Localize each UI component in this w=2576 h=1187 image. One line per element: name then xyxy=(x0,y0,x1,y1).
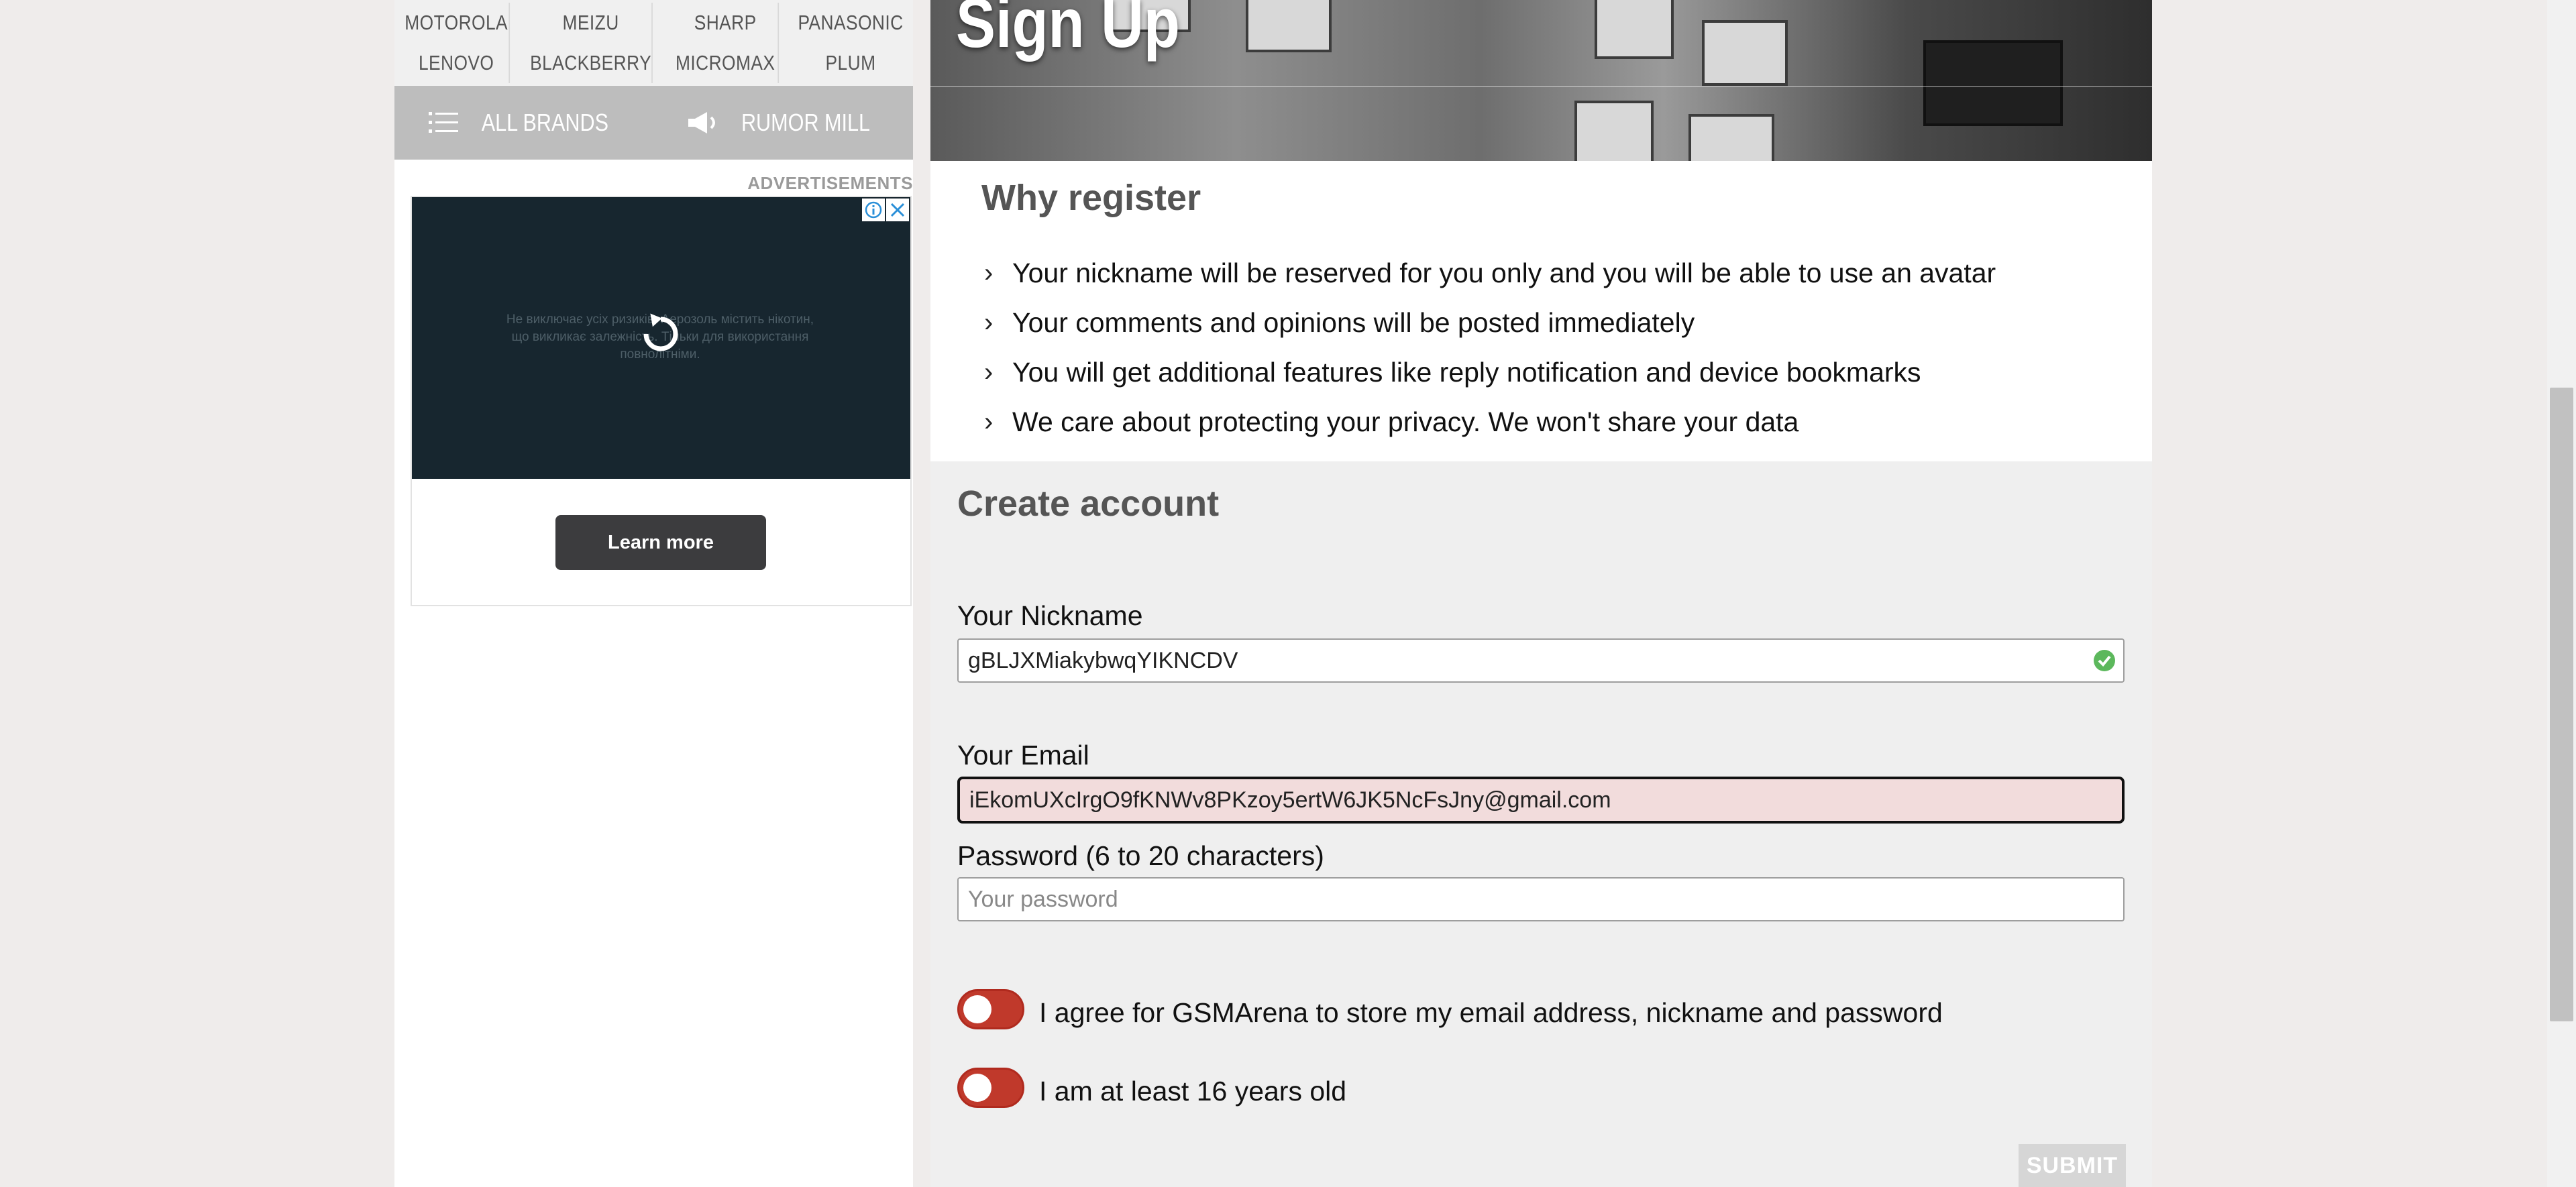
scrollbar[interactable] xyxy=(2547,0,2576,1187)
brand-footer: ALL BRANDS RUMOR MILL xyxy=(394,86,913,160)
all-brands-label: ALL BRANDS xyxy=(481,109,608,136)
rumor-mill-link[interactable]: RUMOR MILL xyxy=(654,109,914,137)
rumor-mill-label: RUMOR MILL xyxy=(741,109,870,136)
consent-label: I agree for GSMArena to store my email a… xyxy=(1039,997,1943,1028)
list-item: › We care about protecting your privacy. … xyxy=(984,397,1996,447)
chevron-right-icon: › xyxy=(984,307,994,337)
brand-link-plum[interactable]: PLUM xyxy=(798,43,904,83)
password-label: Password (6 to 20 characters) xyxy=(957,840,1324,871)
list-item-text: We care about protecting your privacy. W… xyxy=(1012,406,1799,437)
chevron-right-icon: › xyxy=(984,357,994,387)
age-toggle[interactable] xyxy=(957,1068,1024,1108)
ad-media[interactable]: Не виключає усіх ризиків. Аерозоль місти… xyxy=(412,197,910,479)
chevron-right-icon: › xyxy=(984,406,994,437)
submit-button[interactable]: SUBMIT xyxy=(2019,1144,2126,1187)
replay-icon[interactable] xyxy=(637,310,685,358)
age-label: I am at least 16 years old xyxy=(1039,1076,1347,1107)
brand-grid: MOTOROLA MEIZU SHARP PANASONIC LENOVO BL… xyxy=(394,0,913,89)
brand-link-sharp[interactable]: SHARP xyxy=(673,3,780,43)
consent-toggle[interactable] xyxy=(957,989,1024,1029)
ad-banner[interactable]: Не виключає усіх ризиків. Аерозоль місти… xyxy=(411,196,912,606)
page-title: Sign Up xyxy=(956,0,1180,62)
why-register-title: Why register xyxy=(981,178,1201,218)
list-item: › You will get additional features like r… xyxy=(984,347,1996,397)
list-item-text: You will get additional features like re… xyxy=(1012,356,1921,388)
brand-link-motorola[interactable]: MOTOROLA xyxy=(404,3,511,43)
scrollbar-thumb[interactable] xyxy=(2550,388,2573,1021)
brand-link-blackberry[interactable]: BLACKBERRY xyxy=(530,43,653,83)
ad-learn-more-button[interactable]: Learn more xyxy=(555,515,766,570)
email-field[interactable] xyxy=(957,777,2125,824)
brand-link-micromax[interactable]: MICROMAX xyxy=(673,43,780,83)
email-label: Your Email xyxy=(957,740,1089,771)
all-brands-link[interactable]: ALL BRANDS xyxy=(394,109,654,137)
why-register-list: › Your nickname will be reserved for you … xyxy=(984,248,1996,447)
hero-drawer-decoration xyxy=(1923,40,2063,126)
brand-link-meizu[interactable]: MEIZU xyxy=(530,3,653,43)
valid-check-icon xyxy=(2093,649,2116,672)
ad-info-icon[interactable] xyxy=(862,199,885,221)
create-account-title: Create account xyxy=(957,484,1220,524)
left-sidebar: MOTOROLA MEIZU SHARP PANASONIC LENOVO BL… xyxy=(394,0,913,1187)
hero-drawer-decoration xyxy=(1246,0,1332,52)
why-register-panel: Why register › Your nickname will be rese… xyxy=(930,161,2152,461)
password-field[interactable] xyxy=(957,877,2125,921)
list-item-text: Your nickname will be reserved for you o… xyxy=(1012,257,1996,288)
toggle-knob xyxy=(963,1074,991,1102)
toggle-knob xyxy=(963,995,991,1023)
brand-link-panasonic[interactable]: PANASONIC xyxy=(798,3,904,43)
hero-drawer-decoration xyxy=(1595,0,1674,59)
chevron-right-icon: › xyxy=(984,258,994,288)
hero-drawer-decoration xyxy=(1702,20,1788,86)
advertisements-label: ADVERTISEMENTS xyxy=(747,173,913,193)
main-content: Sign Up Why register › Your nickname will… xyxy=(930,0,2152,1187)
brand-link-lenovo[interactable]: LENOVO xyxy=(404,43,511,83)
list-item: › Your nickname will be reserved for you … xyxy=(984,248,1996,298)
list-item: › Your comments and opinions will be post… xyxy=(984,298,1996,347)
hero-drawer-decoration xyxy=(1574,101,1654,161)
list-icon xyxy=(428,111,458,135)
nickname-label: Your Nickname xyxy=(957,600,1143,631)
hero-divider xyxy=(930,86,2152,87)
megaphone-icon xyxy=(686,111,718,135)
nickname-field[interactable] xyxy=(957,638,2125,683)
hero-banner: Sign Up xyxy=(930,0,2152,161)
ad-close-icon[interactable] xyxy=(886,199,909,221)
list-item-text: Your comments and opinions will be poste… xyxy=(1012,306,1695,338)
hero-drawer-decoration xyxy=(1688,114,1774,161)
